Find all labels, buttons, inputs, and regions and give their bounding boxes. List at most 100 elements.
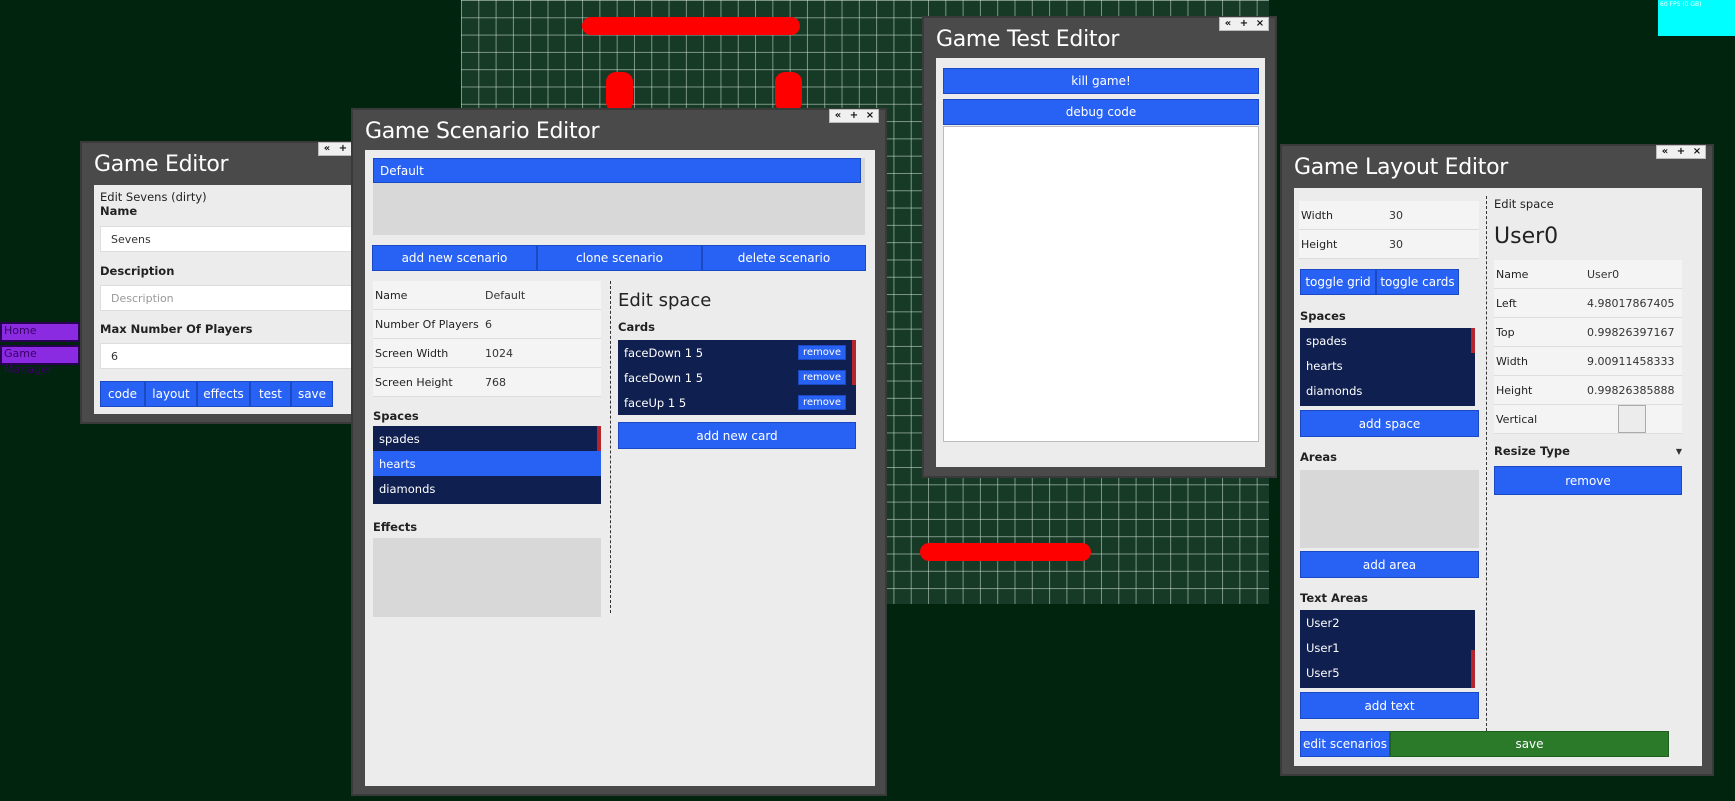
test-button[interactable]: test <box>250 381 291 407</box>
cards-label: Cards <box>618 320 655 334</box>
prop-value[interactable]: 768 <box>485 376 506 389</box>
debug-code-button[interactable]: debug code <box>943 99 1259 125</box>
sidebar-item-manager[interactable]: Manager <box>4 363 52 376</box>
add-space-button[interactable]: add space <box>1300 410 1479 437</box>
close-icon[interactable]: × <box>1252 18 1268 30</box>
edit-game-label: Edit Sevens (dirty) <box>100 190 207 204</box>
list-item[interactable]: hearts <box>1300 353 1475 378</box>
maximize-icon[interactable]: + <box>1673 146 1689 158</box>
list-item[interactable]: diamonds <box>373 476 601 501</box>
delete-scenario-button[interactable]: delete scenario <box>702 245 866 271</box>
collapse-icon[interactable]: « <box>1220 18 1236 30</box>
remove-card-button[interactable]: remove <box>798 345 846 360</box>
save-button[interactable]: save <box>291 381 333 407</box>
debug-output-textarea[interactable] <box>943 126 1259 442</box>
list-item[interactable]: User2 <box>1300 610 1475 635</box>
max-players-input[interactable]: 6 <box>100 343 362 369</box>
kill-game-button[interactable]: kill game! <box>943 68 1259 94</box>
red-card-space <box>775 72 802 112</box>
window-controls: « + × <box>1656 145 1706 159</box>
name-label: Name <box>100 204 138 218</box>
sidebar-item-game[interactable]: Game <box>0 345 80 365</box>
list-item[interactable]: faceDown 1 5 remove <box>618 340 856 365</box>
list-item[interactable]: faceUp 1 5 remove <box>618 390 856 415</box>
prop-value[interactable]: 6 <box>485 318 492 331</box>
window-title: Game Editor <box>94 152 229 177</box>
add-new-scenario-button[interactable]: add new scenario <box>372 245 537 271</box>
add-area-button[interactable]: add area <box>1300 551 1479 578</box>
prop-key: Screen Height <box>375 375 453 389</box>
prop-value[interactable]: 30 <box>1389 238 1403 251</box>
prop-value[interactable]: 0.99826397167 <box>1587 326 1679 339</box>
list-item[interactable]: diamonds <box>1300 378 1475 403</box>
maximize-icon[interactable]: + <box>335 143 351 155</box>
clone-scenario-button[interactable]: clone scenario <box>537 245 702 271</box>
vertical-checkbox[interactable] <box>1618 405 1646 433</box>
code-button[interactable]: code <box>100 381 145 407</box>
sidebar-item-label: Home <box>4 324 37 337</box>
window-controls: « + <box>318 142 352 156</box>
maximize-icon[interactable]: + <box>846 110 862 122</box>
prop-key: Width <box>1301 208 1333 222</box>
edit-space-title: Edit space <box>618 290 712 311</box>
prop-value[interactable]: 0.99826385888 <box>1587 384 1679 397</box>
resize-type-label: Resize Type <box>1494 444 1570 458</box>
list-item[interactable]: hearts <box>373 451 601 476</box>
prop-row: Height 0.99826385888 <box>1494 376 1682 405</box>
prop-row: Screen Height 768 <box>373 368 601 397</box>
prop-key: Width <box>1496 354 1528 368</box>
remove-space-button[interactable]: remove <box>1494 466 1682 495</box>
prop-value[interactable]: Default <box>485 289 525 302</box>
prop-value[interactable]: 1024 <box>485 347 513 360</box>
list-item[interactable]: spades <box>1300 328 1475 353</box>
prop-value[interactable]: 9.00911458333 <box>1587 355 1679 368</box>
scrollbar[interactable] <box>597 426 601 451</box>
layout-button[interactable]: layout <box>145 381 197 407</box>
card-label: faceDown 1 5 <box>624 345 704 360</box>
toggle-cards-button[interactable]: toggle cards <box>1376 269 1459 295</box>
resize-type-select[interactable]: Resize Type ▼ <box>1494 444 1682 458</box>
game-editor-window: Game Editor « + Edit Sevens (dirty) Name… <box>80 141 362 424</box>
description-input[interactable]: Description <box>100 285 362 311</box>
prop-value[interactable]: 4.98017867405 <box>1587 297 1679 310</box>
scrollbar[interactable] <box>1471 328 1475 353</box>
name-input[interactable]: Sevens <box>100 226 362 252</box>
sidebar-item-home[interactable]: Home <box>0 322 80 342</box>
areas-label: Areas <box>1300 450 1337 464</box>
remove-card-button[interactable]: remove <box>798 395 846 410</box>
effects-button[interactable]: effects <box>197 381 250 407</box>
list-item[interactable]: User1 <box>1300 635 1475 660</box>
max-players-label: Max Number Of Players <box>100 322 253 336</box>
add-new-card-button[interactable]: add new card <box>618 422 856 449</box>
prop-key: Vertical <box>1496 412 1538 426</box>
prop-value[interactable]: 30 <box>1389 209 1403 222</box>
card-label: faceUp 1 5 <box>624 395 687 410</box>
spaces-list: spades hearts diamonds <box>373 426 601 504</box>
sidebar-item-label: Manager <box>4 363 53 376</box>
scrollbar[interactable] <box>852 340 856 385</box>
list-item[interactable]: User5 <box>1300 660 1475 685</box>
save-button[interactable]: save <box>1390 731 1669 757</box>
divider <box>1486 196 1487 741</box>
list-item[interactable]: spades <box>373 426 601 451</box>
prop-key: Name <box>375 288 408 302</box>
edit-space-label: Edit space <box>1494 197 1554 211</box>
collapse-icon[interactable]: « <box>1657 146 1673 158</box>
prop-row: Name Default <box>373 281 601 310</box>
remove-card-button[interactable]: remove <box>798 370 846 385</box>
layout-footer: edit scenarios save <box>1300 731 1669 757</box>
prop-key: Screen Width <box>375 346 449 360</box>
collapse-icon[interactable]: « <box>830 110 846 122</box>
close-icon[interactable]: × <box>862 110 878 122</box>
scrollbar[interactable] <box>1471 650 1475 688</box>
add-text-button[interactable]: add text <box>1300 692 1479 719</box>
scenario-item-default[interactable]: Default <box>373 158 861 183</box>
toggle-grid-button[interactable]: toggle grid <box>1300 269 1376 295</box>
prop-value[interactable]: User0 <box>1587 268 1619 281</box>
maximize-icon[interactable]: + <box>1236 18 1252 30</box>
close-icon[interactable]: × <box>1689 146 1705 158</box>
name-value: Sevens <box>111 232 151 246</box>
collapse-icon[interactable]: « <box>319 143 335 155</box>
edit-scenarios-button[interactable]: edit scenarios <box>1300 731 1390 757</box>
list-item[interactable]: faceDown 1 5 remove <box>618 365 856 390</box>
